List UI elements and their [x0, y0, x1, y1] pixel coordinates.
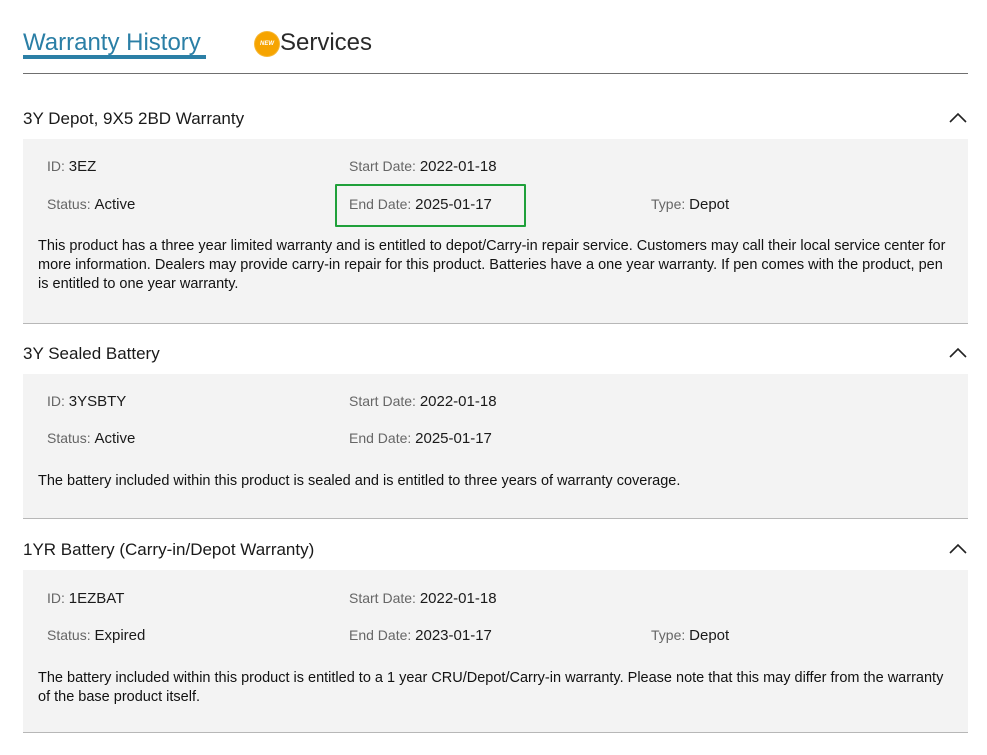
warranty-title: 1YR Battery (Carry-in/Depot Warranty) [23, 540, 315, 559]
warranty-details: ID: 1EZBAT Start Date: 2022-01-18 Status… [23, 570, 968, 733]
status-field: Status: Active [47, 430, 136, 447]
tab-services-label: Services [280, 29, 373, 56]
start-date-value: 2022-01-18 [419, 158, 497, 175]
start-date-value: 2022-01-18 [419, 590, 497, 607]
end-date-value: 2025-01-17 [415, 430, 492, 447]
status-field: Status: Active [47, 196, 136, 213]
end-date-field: End Date: 2025-01-17 [349, 430, 492, 447]
warranty-section-header[interactable]: 3Y Sealed Battery [23, 334, 968, 374]
start-date-value: 2022-01-18 [419, 393, 497, 410]
end-date-label: End Date [349, 627, 408, 643]
end-date-field: End Date: 2023-01-17 [349, 627, 492, 644]
end-date-highlight-box [335, 184, 526, 227]
chevron-up-icon[interactable] [948, 110, 968, 126]
status-label: Status [47, 430, 87, 446]
status-label: Status [47, 627, 87, 643]
id-value: 3YSBTY [68, 393, 127, 410]
tab-warranty-history[interactable]: Warranty History [23, 28, 206, 59]
status-field: Status: Expired [47, 627, 146, 644]
start-date-label: Start Date [349, 158, 413, 174]
id-value: 1EZBAT [68, 590, 125, 607]
id-label: ID [47, 590, 61, 606]
start-date-label: Start Date [349, 393, 413, 409]
id-field: ID: 1EZBAT [47, 590, 125, 607]
start-date-field: Start Date: 2022-01-18 [349, 590, 497, 607]
warranty-page: Warranty History NEW Services 3Y Depot, … [0, 0, 987, 755]
warranty-section: 3Y Depot, 9X5 2BD Warranty ID: 3EZ Start… [23, 99, 968, 324]
status-label: Status [47, 196, 87, 212]
tab-warranty-history-label: Warranty History [23, 29, 201, 56]
tab-services[interactable]: NEW Services [255, 28, 372, 58]
start-date-field: Start Date: 2022-01-18 [349, 158, 497, 175]
warranty-section: 1YR Battery (Carry-in/Depot Warranty) ID… [23, 530, 968, 733]
status-value: Active [94, 196, 136, 213]
id-value: 3EZ [68, 158, 97, 175]
type-label: Type [651, 627, 682, 643]
id-field: ID: 3YSBTY [47, 393, 127, 410]
end-date-value: 2023-01-17 [415, 627, 492, 644]
warranty-details: ID: 3YSBTY Start Date: 2022-01-18 Status… [23, 374, 968, 519]
start-date-field: Start Date: 2022-01-18 [349, 393, 497, 410]
id-field: ID: 3EZ [47, 158, 97, 175]
id-label: ID [47, 393, 61, 409]
warranty-title: 3Y Depot, 9X5 2BD Warranty [23, 109, 245, 128]
start-date-label: Start Date [349, 590, 413, 606]
tab-bar: Warranty History NEW Services [23, 0, 968, 74]
warranty-description: The battery included within this product… [38, 473, 681, 489]
warranty-section: 3Y Sealed Battery ID: 3YSBTY Start Date:… [23, 334, 968, 519]
type-field: Type: Depot [651, 196, 730, 213]
chevron-up-icon[interactable] [948, 541, 968, 557]
type-value: Depot [689, 196, 730, 213]
status-value: Active [94, 430, 136, 447]
id-label: ID [47, 158, 61, 174]
warranty-title: 3Y Sealed Battery [23, 344, 160, 363]
active-tab-underline [23, 55, 206, 59]
warranty-section-header[interactable]: 3Y Depot, 9X5 2BD Warranty [23, 99, 968, 139]
status-value: Expired [94, 627, 146, 644]
new-badge-icon: NEW [255, 32, 279, 56]
type-field: Type: Depot [651, 627, 730, 644]
warranty-description: This product has a three year limited wa… [38, 238, 946, 292]
type-value: Depot [689, 627, 730, 644]
chevron-up-icon[interactable] [948, 345, 968, 361]
warranty-details: ID: 3EZ Start Date: 2022-01-18 Status: A… [23, 139, 968, 324]
warranty-section-header[interactable]: 1YR Battery (Carry-in/Depot Warranty) [23, 530, 968, 570]
end-date-label: End Date [349, 430, 408, 446]
type-label: Type [651, 196, 682, 212]
warranty-description: The battery included within this product… [38, 670, 944, 705]
